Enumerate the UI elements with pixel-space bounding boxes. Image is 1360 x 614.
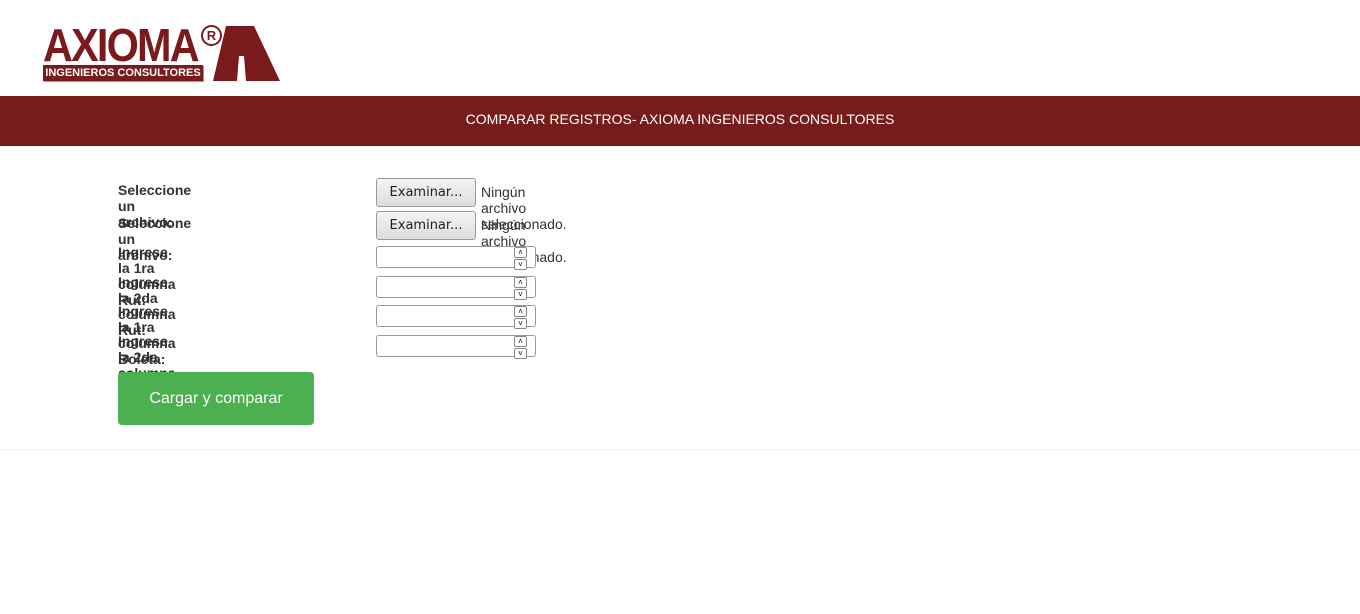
spin-up-icon[interactable]: ˄ <box>514 247 527 258</box>
rut2-spinner[interactable]: ˄ ˅ <box>514 276 527 300</box>
spin-up-icon[interactable]: ˄ <box>514 276 527 288</box>
divider <box>0 449 1360 450</box>
spin-down-icon[interactable]: ˅ <box>514 318 527 329</box>
boleta1-input[interactable]: ˄ ˅ <box>376 305 536 329</box>
boleta2-spinner[interactable]: ˄ ˅ <box>514 335 527 359</box>
logo-tagline: INGENIEROS CONSULTORES <box>43 65 203 81</box>
boleta1-spinner[interactable]: ˄ ˅ <box>514 306 527 329</box>
page-header: COMPARAR REGISTROS- AXIOMA INGENIEROS CO… <box>0 96 1360 146</box>
boleta2-input[interactable]: ˄ ˅ <box>376 334 536 359</box>
page-title: COMPARAR REGISTROS- AXIOMA INGENIEROS CO… <box>465 111 895 127</box>
axioma-logo: AXIOMA R INGENIEROS CONSULTORES <box>42 19 282 84</box>
file2-browse-button[interactable]: Examinar... <box>376 211 476 240</box>
load-compare-button[interactable]: Cargar y comparar <box>118 372 314 425</box>
spin-down-icon[interactable]: ˅ <box>514 259 527 270</box>
spin-up-icon[interactable]: ˄ <box>514 306 527 317</box>
spin-down-icon[interactable]: ˅ <box>514 347 527 359</box>
logo-road-a-icon <box>213 26 280 81</box>
rut1-spinner[interactable]: ˄ ˅ <box>514 247 527 270</box>
rut2-input[interactable]: ˄ ˅ <box>376 275 536 300</box>
rut1-input[interactable]: ˄ ˅ <box>376 246 536 270</box>
spin-down-icon[interactable]: ˅ <box>514 288 527 300</box>
file1-browse-button[interactable]: Examinar... <box>376 178 476 207</box>
logo-word: AXIOMA <box>43 19 200 71</box>
spin-up-icon[interactable]: ˄ <box>514 335 527 347</box>
